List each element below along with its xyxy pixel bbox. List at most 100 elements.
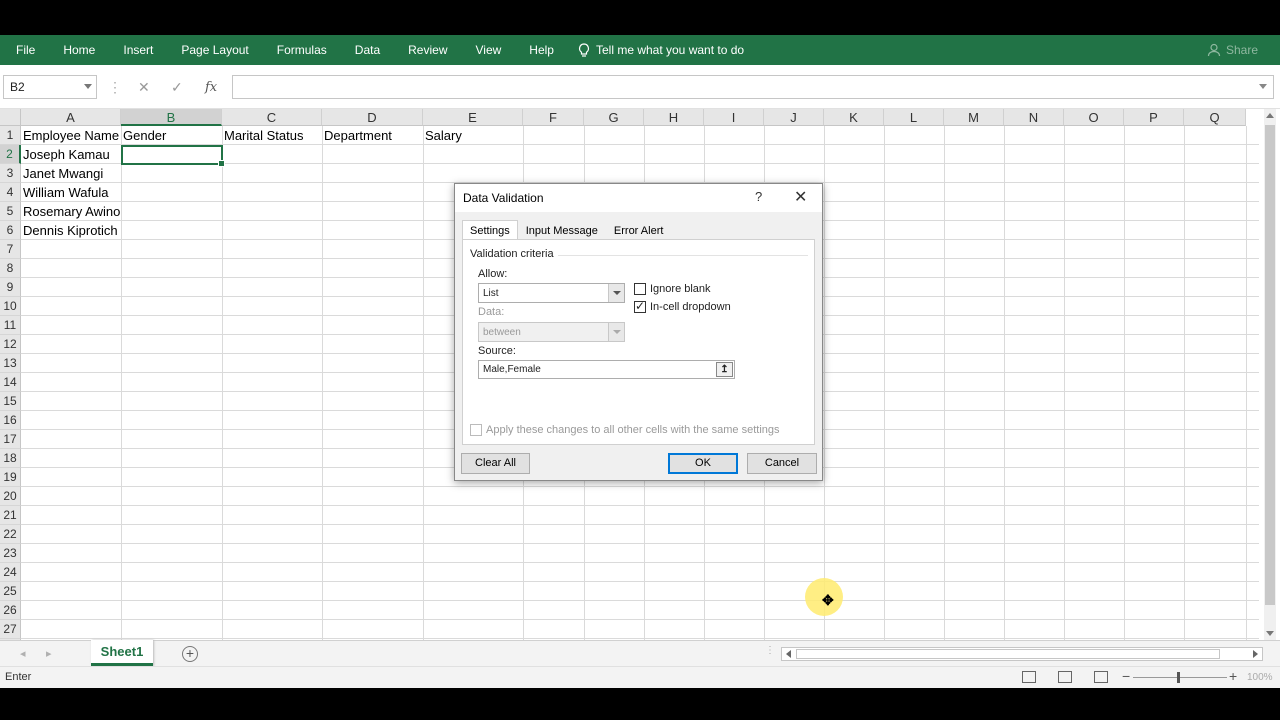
column-header-m[interactable]: M (944, 109, 1004, 126)
expand-formula-icon[interactable] (1259, 84, 1267, 89)
row-header-26[interactable]: 26 (0, 601, 21, 620)
tab-insert[interactable]: Insert (109, 43, 167, 57)
row-header-3[interactable]: 3 (0, 164, 21, 183)
enter-icon[interactable]: ✓ (171, 79, 183, 96)
tab-input-message[interactable]: Input Message (518, 220, 606, 240)
help-icon[interactable]: ? (755, 189, 762, 204)
row-header-19[interactable]: 19 (0, 468, 21, 487)
vertical-scrollbar[interactable] (1264, 109, 1276, 640)
clear-all-button[interactable]: Clear All (461, 453, 530, 474)
incell-dropdown-label[interactable]: In-cell dropdown (650, 301, 731, 313)
row-header-10[interactable]: 10 (0, 297, 21, 316)
row-header-23[interactable]: 23 (0, 544, 21, 563)
column-header-q[interactable]: Q (1184, 109, 1246, 126)
range-select-icon[interactable]: ↥ (716, 362, 733, 377)
active-cell-b2[interactable] (121, 145, 225, 167)
row-header-6[interactable]: 6 (0, 221, 21, 240)
split-dots-icon[interactable]: ⋮ (765, 645, 775, 656)
zoom-in-icon[interactable]: + (1229, 668, 1237, 684)
column-header-i[interactable]: I (704, 109, 764, 126)
vertical-scroll-thumb[interactable] (1265, 125, 1275, 605)
column-header-j[interactable]: J (764, 109, 824, 126)
row-header-12[interactable]: 12 (0, 335, 21, 354)
cancel-button[interactable]: Cancel (747, 453, 817, 474)
header-cell[interactable]: Gender (121, 126, 166, 145)
page-layout-view-icon[interactable] (1058, 671, 1072, 683)
row-header-11[interactable]: 11 (0, 316, 21, 335)
row-header-22[interactable]: 22 (0, 525, 21, 544)
employee-name-cell[interactable]: Joseph Kamau (21, 145, 110, 164)
tab-view[interactable]: View (462, 43, 516, 57)
row-header-2[interactable]: 2 (0, 145, 21, 164)
row-header-24[interactable]: 24 (0, 563, 21, 582)
row-header-14[interactable]: 14 (0, 373, 21, 392)
formula-input[interactable] (232, 75, 1274, 99)
zoom-out-icon[interactable]: − (1122, 668, 1130, 684)
scroll-up-icon[interactable] (1266, 113, 1274, 118)
column-header-p[interactable]: P (1124, 109, 1184, 126)
column-header-b[interactable]: B (121, 109, 222, 126)
column-header-o[interactable]: O (1064, 109, 1124, 126)
column-header-h[interactable]: H (644, 109, 704, 126)
prev-sheet-icon[interactable]: ◂ (20, 647, 26, 660)
row-header-18[interactable]: 18 (0, 449, 21, 468)
cancel-icon[interactable]: ✕ (138, 79, 150, 96)
scroll-left-icon[interactable] (786, 650, 791, 658)
tab-help[interactable]: Help (515, 43, 568, 57)
header-cell[interactable]: Department (322, 126, 392, 145)
row-header-5[interactable]: 5 (0, 202, 21, 221)
column-header-l[interactable]: L (884, 109, 944, 126)
row-header-7[interactable]: 7 (0, 240, 21, 259)
column-header-d[interactable]: D (322, 109, 423, 126)
name-box[interactable]: B2 (3, 75, 97, 99)
normal-view-icon[interactable] (1022, 671, 1036, 683)
header-cell[interactable]: Employee Name (21, 126, 119, 145)
header-cell[interactable]: Salary (423, 126, 462, 145)
select-all-corner[interactable] (0, 109, 21, 126)
column-header-n[interactable]: N (1004, 109, 1064, 126)
tab-file[interactable]: File (0, 43, 49, 57)
tab-data[interactable]: Data (341, 43, 394, 57)
next-sheet-icon[interactable]: ▸ (46, 647, 52, 660)
ok-button[interactable]: OK (668, 453, 738, 474)
row-header-15[interactable]: 15 (0, 392, 21, 411)
horizontal-scroll-thumb[interactable] (796, 649, 1220, 659)
tell-me-search[interactable]: Tell me what you want to do (568, 42, 744, 58)
incell-dropdown-checkbox[interactable] (634, 299, 646, 313)
row-header-17[interactable]: 17 (0, 430, 21, 449)
row-header-27[interactable]: 27 (0, 620, 21, 639)
tab-review[interactable]: Review (394, 43, 461, 57)
zoom-slider[interactable] (1133, 677, 1227, 678)
zoom-level[interactable]: 100% (1247, 672, 1273, 683)
row-header-13[interactable]: 13 (0, 354, 21, 373)
insert-function-icon[interactable]: fx (205, 80, 217, 95)
row-header-4[interactable]: 4 (0, 183, 21, 202)
column-header-k[interactable]: K (824, 109, 884, 126)
tab-settings[interactable]: Settings (462, 220, 518, 240)
source-input[interactable]: Male,Female ↥ (478, 360, 735, 379)
add-sheet-icon[interactable]: + (182, 646, 198, 662)
close-icon[interactable]: ✕ (794, 187, 807, 207)
row-header-16[interactable]: 16 (0, 411, 21, 430)
page-break-view-icon[interactable] (1094, 671, 1108, 683)
employee-name-cell[interactable]: Dennis Kiprotich (21, 221, 118, 240)
employee-name-cell[interactable]: William Wafula (21, 183, 108, 202)
column-header-a[interactable]: A (21, 109, 121, 126)
row-header-21[interactable]: 21 (0, 506, 21, 525)
scroll-down-icon[interactable] (1266, 631, 1274, 636)
column-header-c[interactable]: C (222, 109, 322, 126)
allow-select[interactable]: List (478, 283, 625, 303)
row-header-20[interactable]: 20 (0, 487, 21, 506)
tab-error-alert[interactable]: Error Alert (606, 220, 672, 240)
employee-name-cell[interactable]: Janet Mwangi (21, 164, 103, 183)
column-header-f[interactable]: F (523, 109, 584, 126)
ignore-blank-checkbox[interactable] (634, 283, 646, 295)
column-header-e[interactable]: E (423, 109, 523, 126)
employee-name-cell[interactable]: Rosemary Awino (21, 202, 120, 221)
row-header-8[interactable]: 8 (0, 259, 21, 278)
column-header-g[interactable]: G (584, 109, 644, 126)
chevron-down-icon[interactable] (84, 84, 92, 89)
tab-page-layout[interactable]: Page Layout (167, 43, 262, 57)
sheet-tab-sheet1[interactable]: Sheet1 (91, 640, 153, 666)
zoom-slider-knob[interactable] (1177, 672, 1180, 683)
